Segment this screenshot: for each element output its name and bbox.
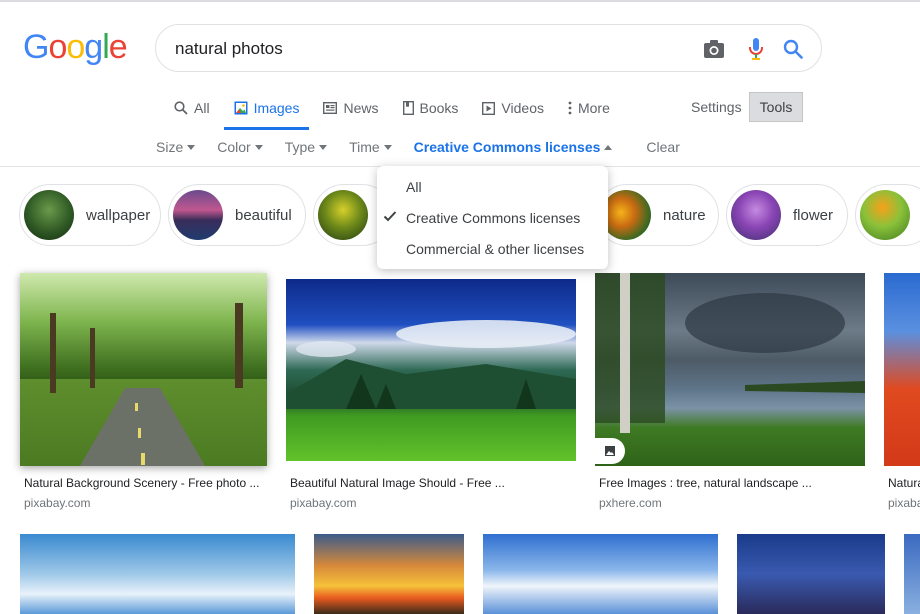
tab-label: Images — [253, 100, 300, 116]
caret-down-icon — [383, 144, 392, 150]
tools-button[interactable]: Tools — [749, 92, 803, 122]
caret-down-icon — [254, 144, 263, 150]
chip-label: flower — [793, 206, 834, 224]
related-chip-wallpaper[interactable]: wallpaper — [19, 184, 161, 246]
result-source[interactable]: pixabay.com — [24, 496, 271, 510]
result-source[interactable]: pxhere.com — [599, 496, 869, 510]
image-result[interactable] — [904, 534, 920, 614]
chip-label: wallpaper — [86, 206, 151, 224]
result-title[interactable]: Free Images : tree, natural landscape ..… — [599, 476, 869, 490]
tab-books[interactable]: Books — [402, 96, 459, 120]
result-source[interactable]: pixaba — [888, 496, 920, 510]
tab-label: All — [194, 100, 210, 116]
chip-thumbnail — [860, 190, 910, 240]
tab-label: Videos — [501, 100, 544, 116]
related-chip-nature[interactable]: nature — [596, 184, 719, 246]
search-icon — [174, 101, 188, 115]
image-result[interactable] — [20, 534, 295, 614]
result-image[interactable] — [20, 534, 295, 614]
microphone-icon[interactable] — [743, 36, 769, 62]
result-image[interactable] — [286, 279, 576, 461]
size-filter[interactable]: Size — [156, 139, 196, 155]
result-image[interactable] — [20, 273, 267, 466]
chip-thumbnail — [24, 190, 74, 240]
logo-letter: G — [23, 28, 49, 66]
filter-label: Size — [156, 139, 184, 155]
image-result[interactable] — [737, 534, 885, 614]
chip-thumbnail — [173, 190, 223, 240]
filter-label: Time — [349, 139, 380, 155]
chip-thumbnail — [318, 190, 368, 240]
image-result[interactable] — [314, 534, 464, 614]
search-tabs: All Images News Books Videos More — [174, 96, 634, 132]
search-input[interactable] — [175, 37, 675, 61]
image-icon — [234, 101, 248, 115]
result-title[interactable]: Natural Background Scenery - Free photo … — [24, 476, 271, 490]
filter-label: Color — [217, 139, 251, 155]
image-badge — [595, 438, 625, 464]
book-icon — [402, 101, 414, 115]
tab-news[interactable]: News — [323, 96, 379, 120]
dropdown-option-creative-commons[interactable]: Creative Commons licenses — [406, 210, 580, 226]
type-filter[interactable]: Type — [284, 139, 328, 155]
tab-label: Books — [419, 100, 459, 116]
news-icon — [323, 102, 338, 114]
image-result[interactable]: Natural Background Scenery - Free photo … — [20, 273, 267, 513]
caret-up-icon — [604, 144, 613, 150]
related-chip-flower[interactable]: flower — [726, 184, 848, 246]
result-image[interactable] — [483, 534, 718, 614]
usage-rights-filter[interactable]: Creative Commons licenses — [414, 139, 613, 155]
tab-label: More — [577, 100, 610, 116]
time-filter[interactable]: Time — [349, 139, 392, 155]
chip-label: nature — [663, 206, 706, 224]
caret-down-icon — [187, 144, 196, 150]
search-box[interactable] — [155, 24, 822, 72]
result-image[interactable] — [884, 273, 920, 466]
filter-label: Creative Commons licenses — [413, 139, 601, 155]
tab-label: News — [343, 100, 379, 116]
caret-down-icon — [319, 144, 328, 150]
logo-letter: e — [108, 28, 128, 66]
related-chip-butterfly[interactable] — [855, 184, 920, 246]
chip-thumbnail — [601, 190, 651, 240]
more-vertical-icon — [568, 101, 572, 115]
logo-letter: o — [48, 28, 67, 66]
result-source[interactable]: pixabay.com — [290, 496, 580, 510]
logo-letter: g — [84, 28, 103, 66]
checkmark-icon — [383, 211, 397, 222]
clear-filters-link[interactable]: Clear — [646, 139, 679, 155]
image-result[interactable]: Free Images : tree, natural landscape ..… — [595, 273, 865, 513]
play-icon — [482, 101, 496, 115]
image-result[interactable]: Natura pixaba — [884, 273, 920, 513]
camera-icon[interactable] — [701, 36, 727, 62]
result-image[interactable] — [737, 534, 885, 614]
top-border — [0, 0, 920, 2]
chip-label: beautiful — [235, 206, 292, 224]
tab-more[interactable]: More — [568, 96, 610, 120]
image-result[interactable] — [483, 534, 718, 614]
dropdown-option-all[interactable]: All — [406, 179, 422, 195]
result-image[interactable] — [314, 534, 464, 614]
usage-rights-dropdown: All Creative Commons licenses Commercial… — [377, 166, 608, 269]
related-chip-beautiful[interactable]: beautiful — [168, 184, 306, 246]
google-logo[interactable]: Google — [23, 28, 128, 67]
settings-link[interactable]: Settings — [691, 99, 742, 115]
tab-all[interactable]: All — [174, 96, 210, 120]
tab-images[interactable]: Images — [223, 96, 310, 130]
image-icon — [605, 446, 615, 456]
result-image[interactable] — [595, 273, 865, 466]
tab-videos[interactable]: Videos — [482, 96, 544, 120]
result-title[interactable]: Beautiful Natural Image Should - Free ..… — [290, 476, 580, 490]
result-image[interactable] — [904, 534, 920, 614]
chip-thumbnail — [731, 190, 781, 240]
tools-filter-row: Size Color Type Time Creative Commons li… — [156, 138, 702, 156]
image-result[interactable]: Beautiful Natural Image Should - Free ..… — [286, 279, 576, 513]
filter-label: Type — [284, 139, 316, 155]
color-filter[interactable]: Color — [217, 139, 263, 155]
dropdown-option-commercial[interactable]: Commercial & other licenses — [406, 241, 584, 257]
logo-letter: o — [66, 28, 85, 66]
search-icon[interactable] — [780, 36, 806, 62]
result-title[interactable]: Natura — [888, 476, 920, 490]
